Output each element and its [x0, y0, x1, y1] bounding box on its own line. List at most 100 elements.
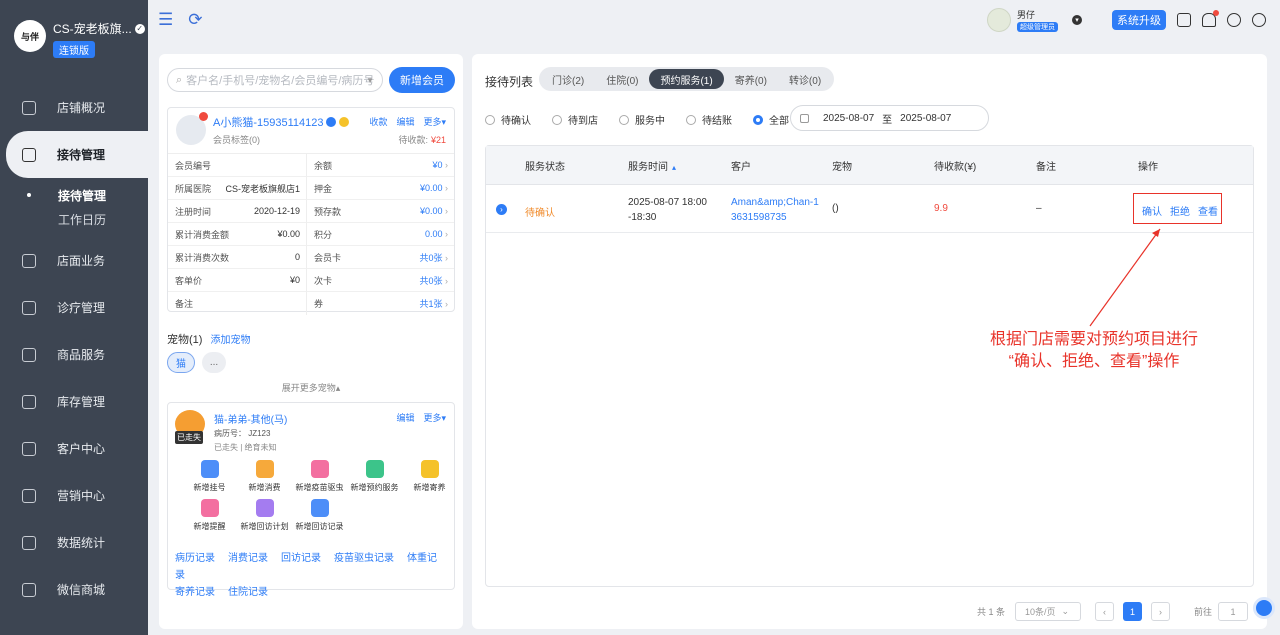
refresh-icon[interactable]: ⟳: [188, 10, 202, 30]
pet-chip[interactable]: 猫: [167, 352, 195, 373]
menu-toggle-icon[interactable]: ☰: [158, 10, 173, 30]
pet-record-no: 病历号： JZ123: [214, 429, 271, 438]
total-count: 共 1 条: [977, 607, 1006, 617]
tab-outpatient[interactable]: 门诊(2): [541, 69, 595, 89]
nav-item-wechat-mall[interactable]: 微信商城: [0, 566, 148, 613]
filter-pending-checkout[interactable]: 待结账: [686, 112, 732, 127]
collect-button[interactable]: 收款: [369, 115, 387, 128]
edit-member-button[interactable]: 编辑: [396, 115, 414, 128]
sub-item-reception[interactable]: 接待管理: [0, 183, 148, 207]
lost-badge: 已走失: [175, 431, 203, 444]
nav-item-clinic[interactable]: 诊疗管理: [0, 284, 148, 331]
nav-item-store-business[interactable]: 店面业务: [0, 237, 148, 284]
link-medical-records[interactable]: 病历记录: [175, 553, 215, 564]
row-time: 2025-08-07 18:00 -18:30: [628, 195, 707, 225]
pet-name[interactable]: 猫-弟弟-其他(马): [214, 411, 287, 426]
quick-action-appointment[interactable]: 新增预约服务: [347, 460, 402, 493]
nav-item-customers[interactable]: 客户中心: [0, 425, 148, 472]
field-key: 余额: [314, 160, 333, 171]
next-page-button[interactable]: ›: [1151, 602, 1171, 621]
field-row[interactable]: 余额 ¥0: [307, 154, 454, 177]
page-number[interactable]: 1: [1123, 602, 1143, 621]
user-avatar[interactable]: [987, 8, 1011, 32]
field-row[interactable]: 券 共1张: [307, 292, 454, 315]
link-consume-records[interactable]: 消费记录: [228, 553, 268, 564]
headset-icon[interactable]: [1227, 13, 1241, 27]
expand-more-pets[interactable]: 展开更多宠物▴: [159, 381, 463, 394]
filter-pending-confirm[interactable]: 待确认: [485, 112, 531, 127]
upgrade-button[interactable]: 系统升级: [1112, 10, 1166, 30]
customer-name: Aman&amp;Chan-1: [731, 197, 819, 208]
more-pet-button[interactable]: 更多▾: [423, 411, 446, 424]
edit-pet-button[interactable]: 编辑: [396, 411, 414, 424]
field-row[interactable]: 次卡 共0张: [307, 269, 454, 292]
page-size-select[interactable]: 10条/页 ⌄: [1015, 602, 1082, 621]
annotation-line1: 根据门店需要对预约项目进行: [989, 331, 1198, 348]
quick-action-label: 新增寄养: [413, 483, 446, 492]
nav-item-goods[interactable]: 商品服务: [0, 331, 148, 378]
quick-action-followup-record[interactable]: 新增回访记录: [292, 499, 347, 532]
goto-page-input[interactable]: 1: [1218, 602, 1249, 621]
link-boarding-records[interactable]: 寄养记录: [175, 587, 215, 598]
member-tag[interactable]: 会员标签(0): [213, 133, 260, 146]
field-value: ¥0.00: [420, 183, 448, 193]
field-row[interactable]: 押金 ¥0.00: [307, 177, 454, 200]
new-member-button[interactable]: 新增会员: [389, 67, 455, 93]
nav-item-stats[interactable]: 数据统计: [0, 519, 148, 566]
prev-page-button[interactable]: ‹: [1095, 602, 1115, 621]
radio-icon: [552, 114, 562, 125]
filter-pending-arrival[interactable]: 待到店: [552, 112, 598, 127]
field-row[interactable]: 预存款 ¥0.00: [307, 200, 454, 223]
quick-action-register[interactable]: 新增挂号: [182, 460, 237, 493]
add-pet-link[interactable]: 添加宠物: [210, 335, 250, 346]
link-followup-records[interactable]: 回访记录: [281, 553, 321, 564]
syringe-icon: [310, 460, 329, 478]
shop-name[interactable]: CS-宠老板旗... ✓: [53, 20, 145, 37]
filter-all[interactable]: 全部: [753, 112, 789, 127]
pet-more-chip[interactable]: ...: [202, 352, 226, 373]
field-key: 会员编号: [175, 160, 212, 171]
quick-action-boarding[interactable]: 新增寄养: [402, 460, 457, 493]
field-value: ¥0: [432, 160, 448, 170]
calendar-icon[interactable]: [1177, 13, 1191, 27]
page-size-value: 10条/页: [1025, 607, 1056, 617]
annotation-line2: “确认、拒绝、查看”操作: [1008, 353, 1180, 370]
user-dropdown-icon[interactable]: ▾: [1072, 15, 1082, 25]
chat-support-icon[interactable]: [1253, 597, 1275, 619]
tab-boarding[interactable]: 寄养(0): [724, 69, 778, 89]
nav-label: 微信商城: [57, 583, 106, 597]
link-hospital-records[interactable]: 住院记录: [228, 587, 268, 598]
field-row: 累计消费次数 0: [168, 246, 307, 269]
nav-item-inventory[interactable]: 库存管理: [0, 378, 148, 425]
tab-appointment[interactable]: 预约服务(1): [649, 69, 724, 89]
bell-icon[interactable]: [1202, 10, 1219, 27]
nav-label: 库存管理: [57, 395, 106, 409]
col-time[interactable]: 服务时间 ▴: [628, 158, 676, 173]
member-name-text: A小熊猫-15935114123: [213, 117, 324, 129]
filter-in-service[interactable]: 服务中: [619, 112, 665, 127]
expand-row-icon[interactable]: ›: [496, 204, 507, 215]
nav-item-marketing[interactable]: 营销中心: [0, 472, 148, 519]
sub-item-calendar[interactable]: 工作日历: [0, 207, 148, 231]
tab-referral[interactable]: 转诊(0): [778, 69, 832, 89]
nav-item-reception[interactable]: 接待管理: [6, 131, 148, 178]
quick-action-reminder[interactable]: 新增提醒: [182, 499, 237, 532]
main-nav: 店铺概况 接待管理 接待管理 工作日历 店面业务 诊疗管理 商品服务 库存管理 …: [0, 84, 148, 613]
field-row[interactable]: 会员卡 共0张: [307, 246, 454, 269]
tab-inpatient[interactable]: 住院(0): [595, 69, 649, 89]
quick-actions: 新增挂号 新增消费 新增疫苗驱虫 新增预约服务 新增寄养 新增提醒 新增回访计划…: [182, 460, 462, 532]
row-customer[interactable]: Aman&amp;Chan-1 3631598735: [731, 195, 819, 225]
quick-action-consume[interactable]: 新增消费: [237, 460, 292, 493]
quick-action-followup-plan[interactable]: 新增回访计划: [237, 499, 292, 532]
help-icon[interactable]: [1252, 13, 1266, 27]
quick-action-vaccine[interactable]: 新增疫苗驱虫: [292, 460, 347, 493]
field-row[interactable]: 积分 0.00: [307, 223, 454, 246]
nav-item-overview[interactable]: 店铺概况: [0, 84, 148, 131]
link-vaccine-records[interactable]: 疫苗驱虫记录: [334, 553, 394, 564]
member-name[interactable]: A小熊猫-15935114123: [213, 114, 350, 130]
date-to-label: 至: [882, 114, 893, 126]
customer-search-input[interactable]: ⌕ 客户名/手机号/宠物名/会员编号/病历号 ▼: [167, 68, 383, 92]
date-range-picker[interactable]: 2025-08-07 至 2025-08-07: [790, 105, 989, 131]
col-due: 待收款(¥): [934, 161, 977, 173]
more-member-button[interactable]: 更多▾: [423, 115, 446, 128]
